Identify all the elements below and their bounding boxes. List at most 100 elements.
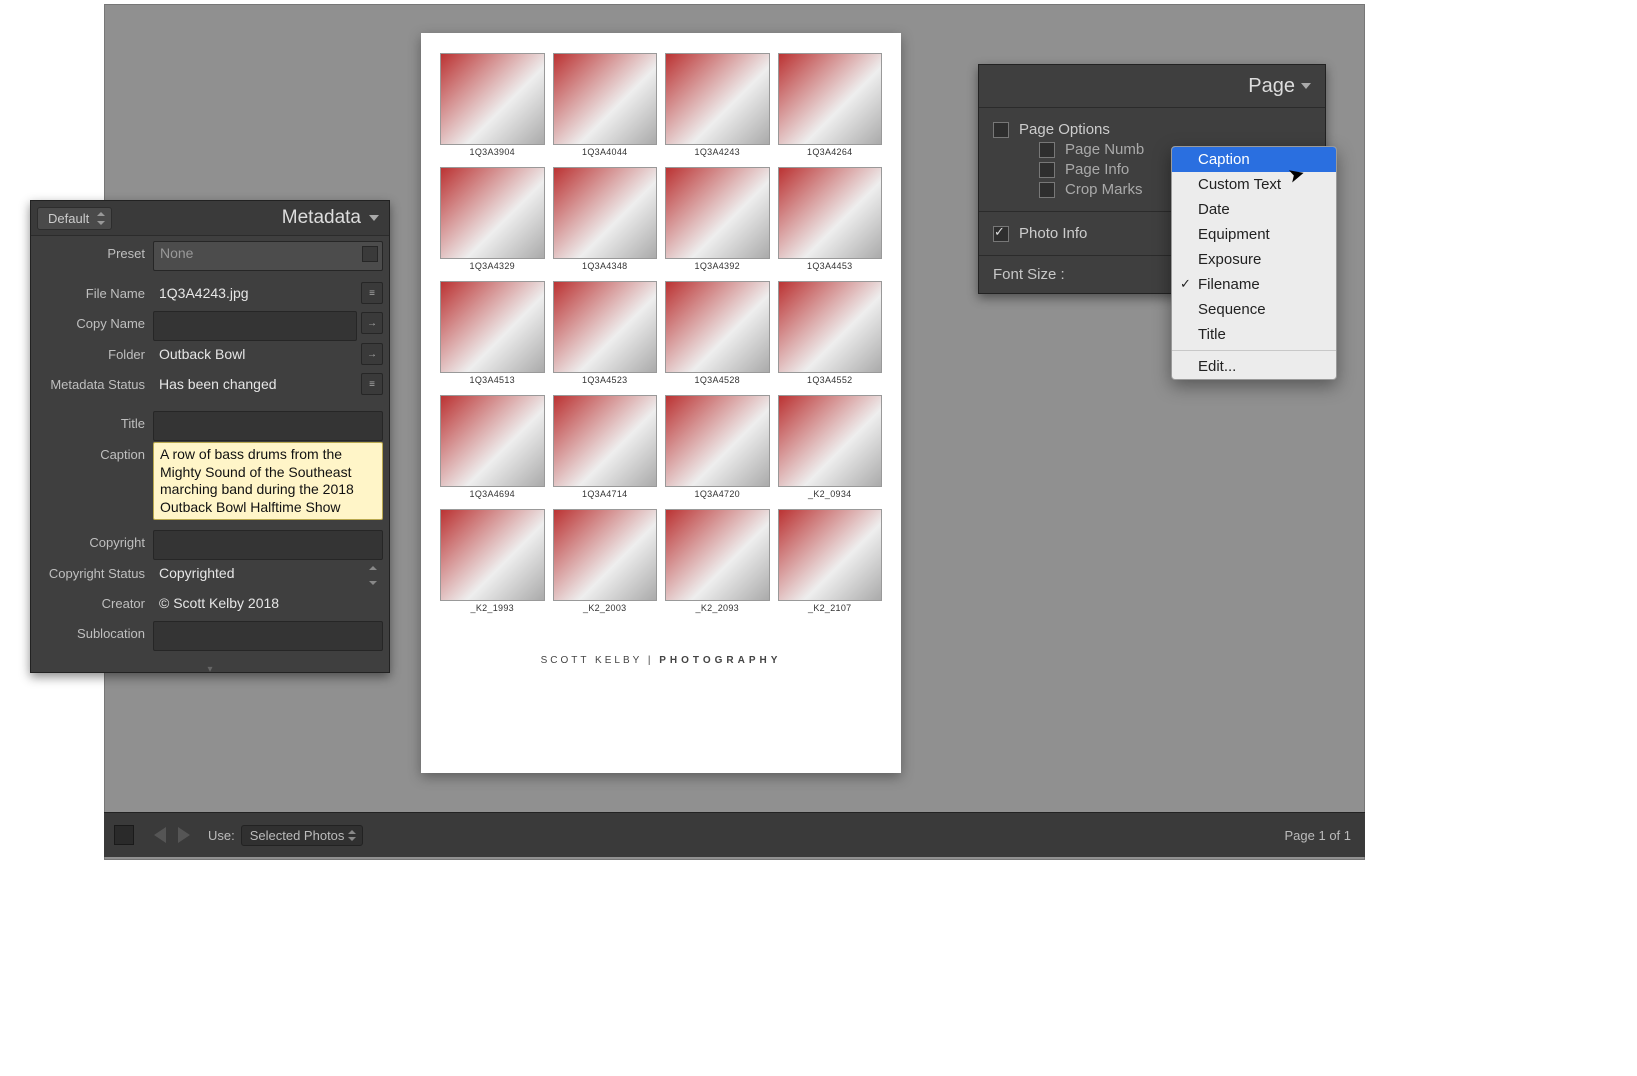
menu-item-exposure[interactable]: Exposure <box>1172 247 1336 272</box>
metadata-panel-title: Metadata <box>112 207 369 229</box>
thumbnail-label: 1Q3A4044 <box>582 147 627 157</box>
creator-field[interactable]: © Scott Kelby 2018 <box>153 591 383 620</box>
thumbnail[interactable]: _K2_1993 <box>441 509 544 613</box>
use-label: Use: <box>208 828 235 843</box>
thumbnail[interactable]: 1Q3A4264 <box>779 53 882 157</box>
sublocation-field[interactable] <box>153 621 383 651</box>
thumbnail[interactable]: 1Q3A4329 <box>441 167 544 271</box>
thumbnail-label: 1Q3A4714 <box>582 489 627 499</box>
use-dropdown[interactable]: Selected Photos <box>241 825 364 846</box>
thumbnail[interactable]: 1Q3A4714 <box>554 395 657 499</box>
status-action-icon[interactable]: ≡ <box>361 373 383 395</box>
thumbnail-image <box>553 281 658 373</box>
preset-dropdown[interactable]: None <box>153 241 383 271</box>
menu-item-date[interactable]: Date <box>1172 197 1336 222</box>
bottom-toolbar: Use: Selected Photos Page 1 of 1 <box>104 812 1365 857</box>
thumbnail-image <box>665 281 770 373</box>
panel-resize-handle[interactable]: ▾ <box>31 664 389 672</box>
stage: 1Q3A3904 1Q3A4044 1Q3A4243 1Q3A4264 1Q3A4329… <box>0 0 1637 1076</box>
copyright-field[interactable] <box>153 530 383 560</box>
thumbnail[interactable]: 1Q3A4552 <box>779 281 882 385</box>
thumbnail[interactable]: 1Q3A4243 <box>666 53 769 157</box>
thumbnail[interactable]: 1Q3A4348 <box>554 167 657 271</box>
thumbnail-image <box>553 509 658 601</box>
thumbnail-label: _K2_1993 <box>471 603 514 613</box>
caption-field[interactable]: A row of bass drums from the Mighty Soun… <box>153 442 383 520</box>
menu-item-edit[interactable]: Edit... <box>1172 354 1336 379</box>
page-status: Page 1 of 1 <box>1285 828 1352 843</box>
thumbnail-image <box>440 509 545 601</box>
thumbnail-image <box>440 395 545 487</box>
thumbnail-image <box>440 53 545 145</box>
thumbnail[interactable]: 1Q3A4523 <box>554 281 657 385</box>
thumbnail[interactable]: _K2_0934 <box>779 395 882 499</box>
thumbnail-image <box>553 395 658 487</box>
folder-action-icon[interactable]: → <box>361 343 383 365</box>
thumbnail-label: _K2_2003 <box>583 603 626 613</box>
thumbnail-image <box>665 167 770 259</box>
title-field[interactable] <box>153 411 383 441</box>
menu-item-sequence[interactable]: Sequence <box>1172 297 1336 322</box>
thumbnail-image <box>778 395 883 487</box>
menu-item-custom-text[interactable]: Custom Text <box>1172 172 1336 197</box>
thumbnail[interactable]: 1Q3A4392 <box>666 167 769 271</box>
thumbnail-image <box>665 509 770 601</box>
thumbnail-label: _K2_2107 <box>808 603 851 613</box>
thumbnail[interactable]: 1Q3A4044 <box>554 53 657 157</box>
thumbnail-grid: 1Q3A3904 1Q3A4044 1Q3A4243 1Q3A4264 1Q3A4329… <box>421 33 901 623</box>
page-numbers-checkbox[interactable] <box>1039 142 1055 158</box>
first-page-button[interactable] <box>114 825 134 845</box>
page-info-checkbox[interactable] <box>1039 162 1055 178</box>
copyright-status-dropdown[interactable]: Copyrighted <box>153 561 383 590</box>
photo-info-checkbox[interactable] <box>993 226 1009 242</box>
filename-field[interactable]: 1Q3A4243.jpg <box>153 281 357 310</box>
thumbnail[interactable]: 1Q3A4528 <box>666 281 769 385</box>
copyname-field[interactable] <box>153 311 357 341</box>
thumbnail-image <box>778 167 883 259</box>
thumbnail-label: 1Q3A4392 <box>695 261 740 271</box>
next-page-button[interactable] <box>178 827 190 843</box>
thumbnail[interactable]: 1Q3A4453 <box>779 167 882 271</box>
thumbnail-label: _K2_0934 <box>808 489 851 499</box>
thumbnail[interactable]: _K2_2107 <box>779 509 882 613</box>
page-options-checkbox[interactable] <box>993 122 1009 138</box>
prev-page-button[interactable] <box>154 827 166 843</box>
thumbnail[interactable]: 1Q3A4694 <box>441 395 544 499</box>
thumbnail[interactable]: 1Q3A4513 <box>441 281 544 385</box>
thumbnail-image <box>440 281 545 373</box>
metadata-header: Default Metadata <box>31 201 389 236</box>
menu-item-caption[interactable]: Caption <box>1172 147 1336 172</box>
copyname-action-icon[interactable]: → <box>361 312 383 334</box>
thumbnail-label: _K2_2093 <box>696 603 739 613</box>
page-options-row[interactable]: Page Options <box>993 121 1311 138</box>
folder-field[interactable]: Outback Bowl <box>153 342 357 371</box>
page-panel-header[interactable]: Page <box>979 65 1325 108</box>
menu-item-title[interactable]: Title <box>1172 322 1336 347</box>
thumbnail-label: 1Q3A4528 <box>695 375 740 385</box>
footer-brand: SCOTT KELBY <box>541 655 643 666</box>
menu-separator <box>1172 350 1336 351</box>
footer-photo: PHOTOGRAPHY <box>659 655 781 666</box>
photo-info-menu[interactable]: CaptionCustom TextDateEquipmentExposure✓… <box>1171 146 1337 380</box>
thumbnail[interactable]: _K2_2003 <box>554 509 657 613</box>
panel-menu-icon[interactable] <box>369 215 379 221</box>
metadata-set-dropdown[interactable]: Default <box>37 207 112 230</box>
filename-action-icon[interactable]: ≡ <box>361 282 383 304</box>
thumbnail-label: 1Q3A4523 <box>582 375 627 385</box>
thumbnail-label: 1Q3A4694 <box>470 489 515 499</box>
thumbnail-label: 1Q3A4264 <box>807 147 852 157</box>
thumbnail-image <box>665 53 770 145</box>
thumbnail[interactable]: _K2_2093 <box>666 509 769 613</box>
thumbnail-image <box>778 53 883 145</box>
thumbnail-image <box>553 167 658 259</box>
thumbnail[interactable]: 1Q3A3904 <box>441 53 544 157</box>
menu-item-equipment[interactable]: Equipment <box>1172 222 1336 247</box>
thumbnail-label: 1Q3A4552 <box>807 375 852 385</box>
thumbnail[interactable]: 1Q3A4720 <box>666 395 769 499</box>
crop-marks-checkbox[interactable] <box>1039 182 1055 198</box>
menu-item-filename[interactable]: ✓Filename <box>1172 272 1336 297</box>
contact-sheet: 1Q3A3904 1Q3A4044 1Q3A4243 1Q3A4264 1Q3A4329… <box>421 33 901 773</box>
panel-menu-icon[interactable] <box>1301 83 1311 89</box>
sheet-footer: SCOTT KELBY | PHOTOGRAPHY <box>421 655 901 666</box>
metadata-panel: Default Metadata Preset None File Name 1… <box>30 200 390 673</box>
